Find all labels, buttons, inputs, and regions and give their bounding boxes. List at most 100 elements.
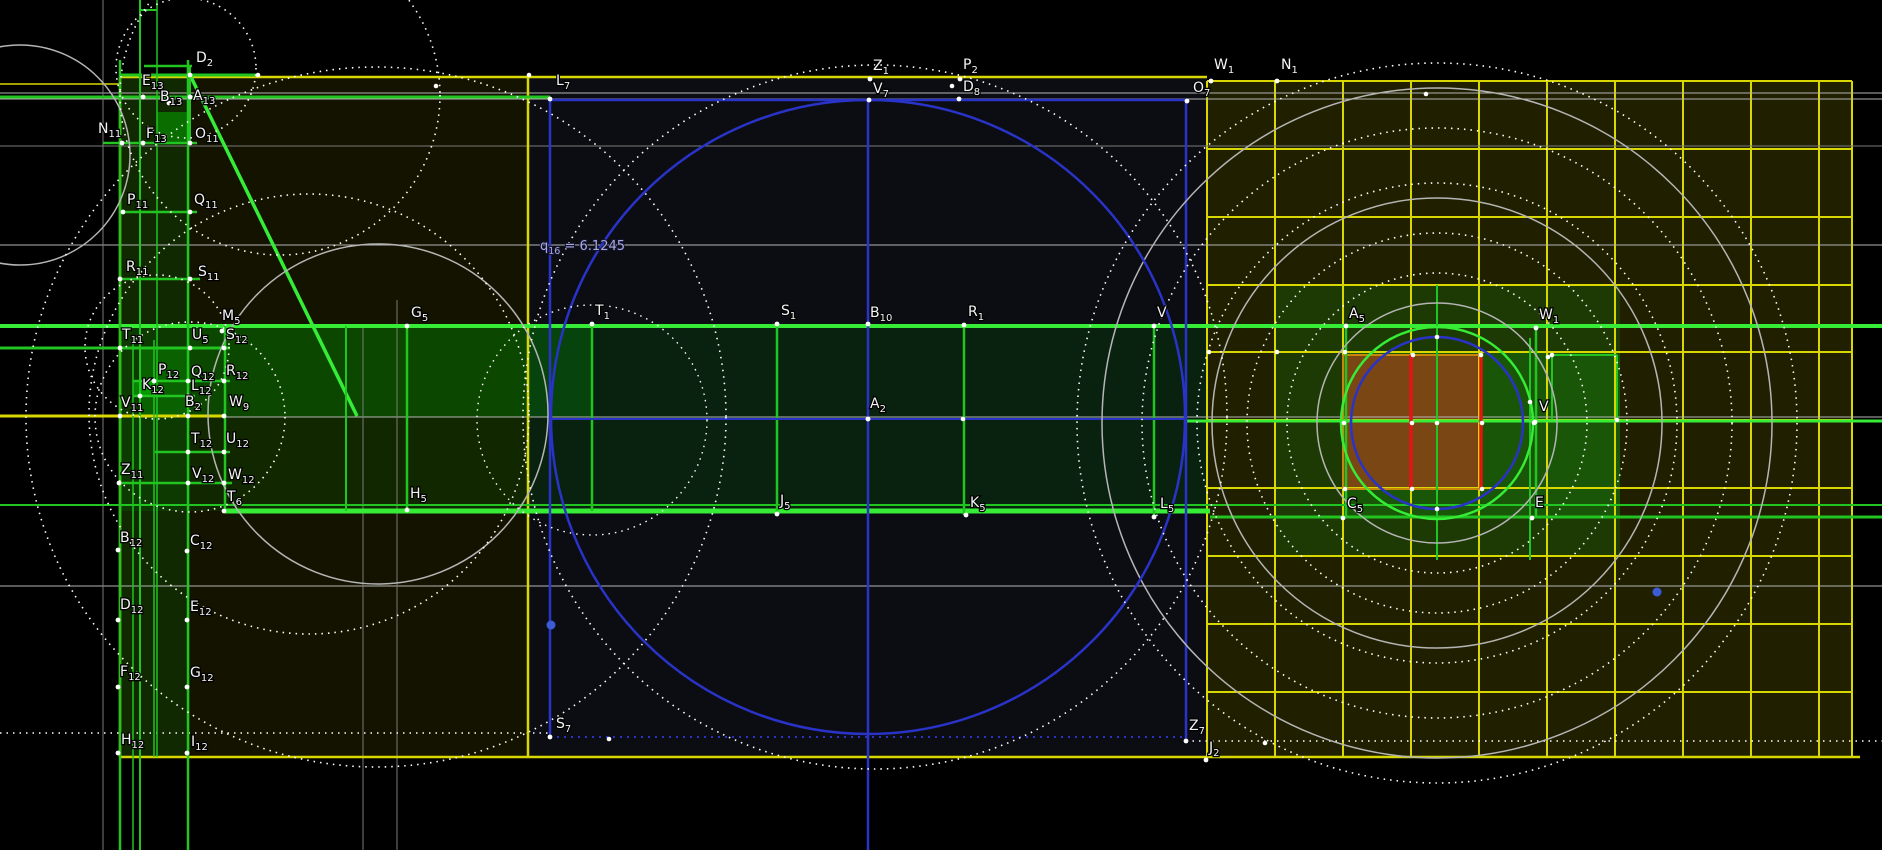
point-marker[interactable]: [1435, 335, 1440, 340]
point-O11[interactable]: [188, 141, 193, 146]
point-N1[interactable]: [1275, 79, 1280, 84]
point-A5[interactable]: [1344, 324, 1349, 329]
point-C5[interactable]: [1341, 516, 1346, 521]
point-label-V: V: [1539, 399, 1549, 415]
point-J2[interactable]: [1204, 758, 1209, 763]
point-A2[interactable]: [866, 417, 871, 422]
point-J5[interactable]: [775, 512, 780, 517]
point-D12[interactable]: [116, 618, 121, 623]
point-E12[interactable]: [185, 618, 190, 623]
point-Z1[interactable]: [868, 77, 873, 82]
point-H12[interactable]: [116, 751, 121, 756]
point-Q12[interactable]: [186, 379, 191, 384]
point-label-P2: P2: [963, 57, 978, 76]
point-marker[interactable]: [1550, 353, 1555, 358]
point-V12[interactable]: [186, 481, 191, 486]
point-W1[interactable]: [1209, 79, 1214, 84]
point-Z11[interactable]: [117, 481, 122, 486]
point-V7[interactable]: [867, 98, 872, 103]
point-K5[interactable]: [964, 513, 969, 518]
point-O7[interactable]: [1185, 99, 1190, 104]
point-label-Z1: Z1: [873, 58, 889, 77]
point-H5[interactable]: [405, 508, 410, 513]
point-S1[interactable]: [775, 322, 780, 327]
point-S7[interactable]: [548, 735, 553, 740]
point-B12[interactable]: [116, 548, 121, 553]
point-F12[interactable]: [116, 685, 121, 690]
point-label-E: E: [1535, 495, 1544, 511]
point-T6[interactable]: [222, 509, 227, 514]
point-marker[interactable]: [1410, 487, 1415, 492]
point-V[interactable]: [1533, 420, 1538, 425]
point-V[interactable]: [1152, 324, 1157, 329]
point-B10[interactable]: [866, 322, 871, 327]
point-label-V: V: [1157, 305, 1167, 321]
point-Q11[interactable]: [188, 210, 193, 215]
point-marker[interactable]: [1435, 421, 1440, 426]
point-M5[interactable]: [220, 329, 225, 334]
point-R1[interactable]: [962, 323, 967, 328]
point-P11[interactable]: [121, 210, 126, 215]
point-T12[interactable]: [186, 450, 191, 455]
point-label-N1: N1: [1281, 57, 1298, 76]
point-marker[interactable]: [1424, 92, 1429, 97]
point-E[interactable]: [1530, 516, 1535, 521]
point-label-N11: N11: [98, 121, 121, 140]
point-E13[interactable]: [141, 95, 146, 100]
point-marker[interactable]: [1480, 487, 1485, 492]
point-B2[interactable]: [186, 414, 191, 419]
point-label-D2: D2: [196, 50, 213, 69]
point-T1[interactable]: [590, 322, 595, 327]
point-marker[interactable]: [256, 73, 261, 78]
point-D2[interactable]: [188, 73, 193, 78]
point-Z7[interactable]: [1184, 739, 1189, 744]
point-W9[interactable]: [222, 414, 227, 419]
point-marker[interactable]: [1263, 741, 1268, 746]
point-G5[interactable]: [405, 324, 410, 329]
point-T11[interactable]: [118, 346, 123, 351]
point-marker[interactable]: [1343, 350, 1348, 355]
point-S12[interactable]: [222, 346, 227, 351]
point-marker[interactable]: [607, 737, 612, 742]
point-F13[interactable]: [141, 141, 146, 146]
point-marker[interactable]: [1435, 507, 1440, 512]
diagram-canvas[interactable]: D2E13B13A13N11F13O11P11Q11R11S11L7Z1V7P2…: [0, 0, 1882, 850]
point-V11[interactable]: [118, 414, 123, 419]
point-U12[interactable]: [222, 450, 227, 455]
point-marker[interactable]: [1207, 350, 1212, 355]
point-R12[interactable]: [222, 379, 227, 384]
point-marker[interactable]: [1615, 418, 1620, 423]
point-marker[interactable]: [1410, 421, 1415, 426]
point-marker[interactable]: [527, 73, 532, 78]
point-marker[interactable]: [1342, 421, 1347, 426]
point-marker[interactable]: [950, 84, 955, 89]
blue-point-marker[interactable]: [547, 621, 556, 630]
blue-point-marker[interactable]: [1653, 588, 1662, 597]
point-marker[interactable]: [1480, 421, 1485, 426]
point-W1[interactable]: [1534, 326, 1539, 331]
point-marker[interactable]: [1546, 355, 1551, 360]
point-L5[interactable]: [1152, 515, 1157, 520]
circle-gray: [0, 45, 130, 265]
point-marker[interactable]: [1528, 400, 1533, 405]
point-G12[interactable]: [185, 685, 190, 690]
point-I12[interactable]: [185, 751, 190, 756]
point-marker[interactable]: [1275, 350, 1280, 355]
point-D8[interactable]: [957, 97, 962, 102]
point-K12[interactable]: [138, 394, 143, 399]
point-marker[interactable]: [1479, 353, 1484, 358]
point-R11[interactable]: [118, 277, 123, 282]
point-marker[interactable]: [961, 417, 966, 422]
point-marker[interactable]: [1343, 487, 1348, 492]
point-P2[interactable]: [958, 77, 963, 82]
point-C12[interactable]: [185, 549, 190, 554]
point-marker[interactable]: [434, 84, 439, 89]
point-P12[interactable]: [152, 379, 157, 384]
point-N11[interactable]: [120, 141, 125, 146]
point-A13[interactable]: [188, 95, 193, 100]
point-U5[interactable]: [188, 346, 193, 351]
point-S11[interactable]: [188, 277, 193, 282]
point-W12[interactable]: [222, 481, 227, 486]
point-L7[interactable]: [548, 97, 553, 102]
point-marker[interactable]: [1411, 353, 1416, 358]
